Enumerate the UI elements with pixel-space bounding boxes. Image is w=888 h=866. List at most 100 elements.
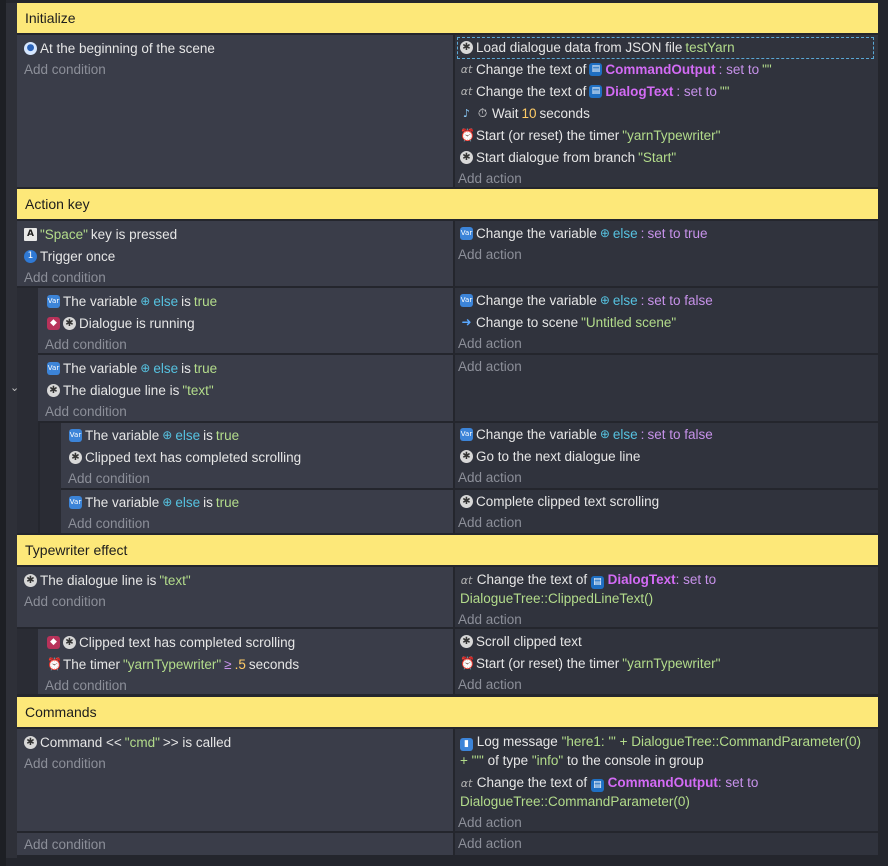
condition-trigger-once[interactable]: 1 Trigger once xyxy=(24,246,115,266)
gear-icon: ✱ xyxy=(63,316,76,330)
event-sheet-gutter xyxy=(6,3,17,858)
condition-variable-else[interactable]: Var The variable ⊕ else is true xyxy=(47,291,217,311)
condition-clipped-text-complete[interactable]: ✱ Clipped text has completed scrolling xyxy=(69,447,301,467)
condition-variable-else[interactable]: Var The variable ⊕ else is true xyxy=(47,358,217,378)
extension-icon: ◆ xyxy=(47,316,60,330)
gear-icon: ✱ xyxy=(24,735,37,749)
object-icon: ▤ xyxy=(589,62,603,76)
add-action-link[interactable]: Add action xyxy=(458,171,522,186)
stopwatch-icon: ⏱ xyxy=(477,105,488,120)
condition-dialogue-line[interactable]: ✱ The dialogue line is "text" xyxy=(24,570,191,590)
trigger-once-icon: 1 xyxy=(24,249,37,263)
action-change-variable[interactable]: Var Change the variable ⊕ else: set to t… xyxy=(460,223,707,243)
action-change-variable[interactable]: Var Change the variable ⊕ else: set to f… xyxy=(460,424,713,444)
condition-scene-start[interactable]: ● At the beginning of the scene xyxy=(24,38,215,58)
condition-dialogue-running[interactable]: ◆ ✱ Dialogue is running xyxy=(47,313,195,333)
gear-icon: ✱ xyxy=(63,635,76,649)
globe-icon: ⊕ xyxy=(599,427,610,441)
action-wait[interactable]: ♪ ⏱ Wait 10 seconds xyxy=(460,103,590,123)
sub-event-indent xyxy=(17,629,38,694)
action-change-text-dialogtext[interactable]: αt Change the text of ▤ DialogText: set … xyxy=(460,570,870,608)
gear-icon: ✱ xyxy=(69,450,82,464)
add-condition-link[interactable]: Add condition xyxy=(24,837,106,852)
variable-icon: Var xyxy=(47,361,60,375)
action-next-dialogue-line[interactable]: ✱ Go to the next dialogue line xyxy=(460,446,640,466)
condition-timer[interactable]: ⏰ The timer "yarnTypewriter" ≥ .5 second… xyxy=(47,654,299,674)
action-change-variable[interactable]: Var Change the variable ⊕ else: set to f… xyxy=(460,290,713,310)
add-action-link[interactable]: Add action xyxy=(458,470,522,485)
add-condition-link[interactable]: Add condition xyxy=(24,594,106,609)
add-condition-link[interactable]: Add condition xyxy=(45,678,127,693)
add-action-link[interactable]: Add action xyxy=(458,359,522,374)
text-icon: αt xyxy=(460,574,473,587)
add-action-link[interactable]: Add action xyxy=(458,612,522,627)
timer-icon: ⏰ xyxy=(460,127,475,142)
action-load-dialogue[interactable]: ✱ Load dialogue data from JSON file test… xyxy=(460,37,735,57)
gear-icon: ✱ xyxy=(460,449,473,463)
action-scroll-clipped-text[interactable]: ✱ Scroll clipped text xyxy=(460,631,582,651)
group-title: Action key xyxy=(25,196,90,212)
gear-icon: ✱ xyxy=(460,150,473,164)
text-icon: αt xyxy=(460,62,473,76)
add-action-link[interactable]: Add action xyxy=(458,336,522,351)
action-change-scene[interactable]: ➜ Change to scene "Untitled scene" xyxy=(460,312,676,332)
add-condition-link[interactable]: Add condition xyxy=(45,404,127,419)
globe-icon: ⊕ xyxy=(599,293,610,307)
group-title: Typewriter effect xyxy=(25,542,128,558)
text-icon: αt xyxy=(460,84,473,98)
action-change-text-commandoutput[interactable]: αt Change the text of ▤ CommandOutput: s… xyxy=(460,773,870,811)
add-action-link[interactable]: Add action xyxy=(458,836,522,851)
condition-variable-else[interactable]: Var The variable ⊕ else is true xyxy=(69,425,239,445)
add-action-link[interactable]: Add action xyxy=(458,247,522,262)
globe-icon: ⊕ xyxy=(162,495,173,509)
action-change-text-dialogtext[interactable]: αt Change the text of ▤ DialogText: set … xyxy=(460,81,730,101)
group-header-commands[interactable]: Commands xyxy=(17,697,878,727)
object-icon: ▤ xyxy=(590,779,604,792)
extension-icon: ◆ xyxy=(47,635,60,649)
add-condition-link[interactable]: Add condition xyxy=(24,62,106,77)
variable-icon: Var xyxy=(460,293,473,307)
object-icon: ▤ xyxy=(589,84,603,98)
action-start-timer[interactable]: ⏰ Start (or reset) the timer "yarnTypewr… xyxy=(460,125,720,145)
globe-icon: ⊕ xyxy=(140,361,151,375)
group-header-action-key[interactable]: Action key xyxy=(17,189,878,219)
action-start-timer[interactable]: ⏰ Start (or reset) the timer "yarnTypewr… xyxy=(460,653,720,673)
add-condition-link[interactable]: Add condition xyxy=(24,756,106,771)
condition-key-pressed[interactable]: A "Space" key is pressed xyxy=(24,224,177,244)
add-condition-link[interactable]: Add condition xyxy=(45,337,127,352)
group-title: Commands xyxy=(25,704,97,720)
gear-icon: ✱ xyxy=(460,634,473,648)
action-log-message[interactable]: ▮ Log message "here1: '" + DialogueTree:… xyxy=(460,732,872,770)
timer-icon: ⏰ xyxy=(47,656,62,671)
add-condition-link[interactable]: Add condition xyxy=(24,270,106,285)
condition-dialogue-line[interactable]: ✱ The dialogue line is "text" xyxy=(47,380,214,400)
globe-icon: ⊕ xyxy=(162,428,173,442)
group-title: Initialize xyxy=(25,10,76,26)
async-icon: ♪ xyxy=(462,106,471,120)
add-condition-link[interactable]: Add condition xyxy=(68,471,150,486)
condition-clipped-text-complete[interactable]: ◆ ✱ Clipped text has completed scrolling xyxy=(47,632,295,652)
group-header-initialize[interactable]: Initialize xyxy=(17,3,878,33)
variable-icon: Var xyxy=(69,428,82,442)
add-action-link[interactable]: Add action xyxy=(458,815,522,830)
action-complete-scrolling[interactable]: ✱ Complete clipped text scrolling xyxy=(460,491,659,511)
gear-icon: ✱ xyxy=(460,40,473,54)
add-action-link[interactable]: Add action xyxy=(458,515,522,530)
condition-variable-else[interactable]: Var The variable ⊕ else is true xyxy=(69,492,239,512)
text-icon: αt xyxy=(460,777,473,790)
action-change-text-commandoutput[interactable]: αt Change the text of ▤ CommandOutput: s… xyxy=(460,59,772,79)
sub-event-indent xyxy=(17,288,38,533)
action-start-dialogue[interactable]: ✱ Start dialogue from branch "Start" xyxy=(460,147,676,167)
group-header-typewriter[interactable]: Typewriter effect xyxy=(17,535,878,565)
keyboard-icon: A xyxy=(24,227,37,241)
condition-command-called[interactable]: ✱ Command << "cmd" >> is called xyxy=(24,732,231,752)
log-icon: ▮ xyxy=(460,738,473,751)
add-condition-link[interactable]: Add condition xyxy=(68,516,150,531)
gear-icon: ✱ xyxy=(460,494,473,508)
timer-icon: ⏰ xyxy=(460,655,475,670)
add-action-link[interactable]: Add action xyxy=(458,677,522,692)
globe-icon: ⊕ xyxy=(140,294,151,308)
arrow-right-icon: ➜ xyxy=(461,314,472,329)
globe-icon: ⊕ xyxy=(599,226,610,240)
variable-icon: Var xyxy=(460,427,473,441)
